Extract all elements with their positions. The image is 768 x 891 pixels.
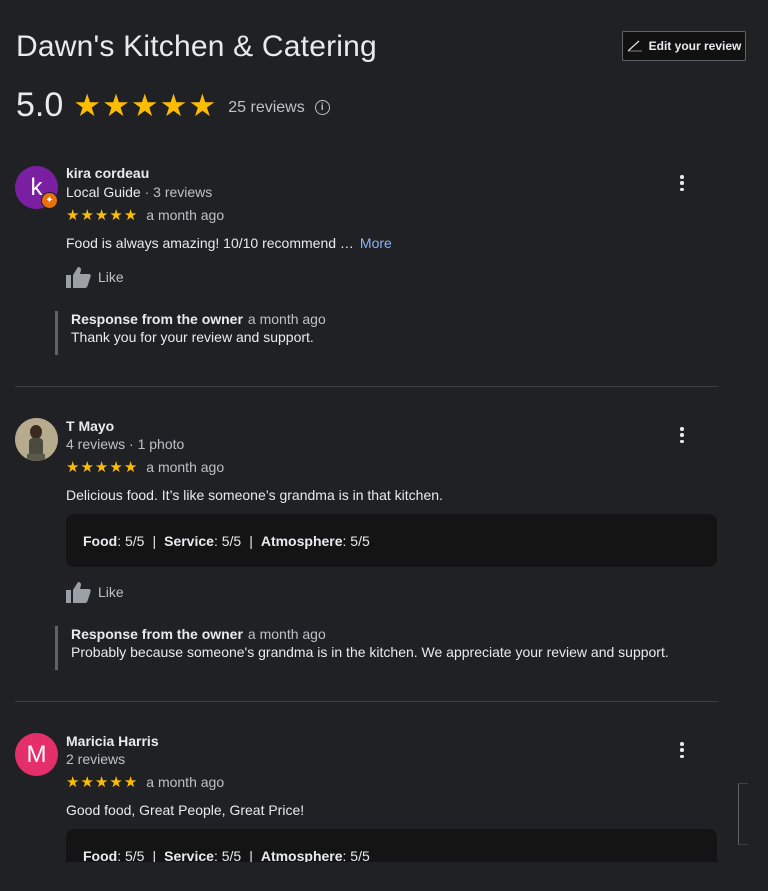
owner-response-date: a month ago: [247, 311, 326, 327]
more-options-icon[interactable]: [676, 173, 688, 193]
reviewer-name[interactable]: T Mayo: [66, 418, 114, 434]
owner-response-header: Response from the owner a month ago: [71, 311, 326, 327]
edit-review-button[interactable]: Edit your review: [622, 31, 746, 61]
reviewer-name[interactable]: Maricia Harris: [66, 733, 159, 749]
info-icon[interactable]: i: [314, 100, 330, 115]
star-icon: ★: [73, 88, 102, 123]
more-link[interactable]: More: [360, 235, 392, 251]
review-text: Food is always amazing! 10/10 recommend …: [66, 235, 392, 251]
owner-response-label: Response from the owner: [71, 311, 243, 327]
star-icon: ★: [80, 773, 94, 791]
local-guide-label: Local Guide: [66, 184, 141, 200]
divider: [15, 701, 718, 702]
review-text: Delicious food. It’s like someone’s gran…: [66, 487, 443, 503]
star-icon: ★: [80, 458, 94, 476]
star-icon: ★: [94, 458, 109, 476]
rating-value: 5.0: [16, 86, 64, 124]
attr-label: Food: [83, 532, 118, 549]
like-button[interactable]: Like: [66, 266, 124, 288]
attr-label: Atmosphere: [260, 532, 343, 549]
star-icon: ★: [130, 88, 159, 123]
review-rating: ★ ★ ★ ★ ★ a month ago: [66, 207, 224, 223]
review-date: a month ago: [146, 774, 225, 790]
like-label: Like: [98, 584, 124, 600]
attr-separator: |: [249, 532, 253, 549]
star-icon: ★: [123, 773, 138, 791]
star-icon: ★: [80, 206, 94, 224]
review-text: Good food, Great People, Great Price!: [66, 802, 305, 818]
star-icon: ★: [66, 206, 80, 224]
thumbs-up-icon: [66, 582, 91, 603]
attr-value: : 5/5: [213, 532, 242, 549]
review-date: a month ago: [146, 207, 225, 223]
divider: [15, 386, 718, 387]
star-icon: ★: [109, 773, 123, 791]
viewport-bottom: [0, 862, 768, 891]
rating-summary: 5.0 ★ ★ ★ ★ ★ 25 reviews i: [16, 86, 330, 125]
owner-response: Response from the owner a month ago Proba…: [55, 626, 669, 670]
more-options-icon[interactable]: [676, 425, 688, 445]
reviewer-meta: 2 reviews: [66, 751, 126, 767]
review-stars: ★ ★ ★ ★ ★: [66, 775, 137, 790]
star-icon: ★: [102, 88, 130, 123]
star-icon: ★: [109, 206, 123, 224]
reviewer-meta: Local Guide · 3 reviews: [66, 184, 212, 200]
reviewer-review-count: · 3 reviews: [140, 184, 213, 200]
pencil-icon: [627, 38, 643, 55]
star-icon: ★: [66, 458, 80, 476]
review-stars: ★ ★ ★ ★ ★: [66, 460, 137, 475]
star-icon: ★: [109, 458, 123, 476]
star-icon: ★: [159, 88, 188, 123]
avatar[interactable]: M: [15, 733, 58, 776]
star-icon: ★: [188, 88, 217, 123]
owner-response-text: Probably because someone's grandma is in…: [71, 644, 669, 660]
attr-label: Service: [164, 532, 214, 549]
reviewer-name[interactable]: kira cordeau: [66, 165, 149, 181]
review-attributes: Food: 5/5 | Service: 5/5 | Atmosphere: 5…: [66, 514, 717, 567]
reviewer-meta: 4 reviews · 1 photo: [66, 436, 185, 452]
scrollbar[interactable]: [738, 783, 748, 845]
owner-response-text: Thank you for your review and support.: [71, 329, 314, 345]
owner-response-label: Response from the owner: [71, 626, 243, 642]
attr-value: : 5/5: [342, 532, 370, 549]
review-rating: ★ ★ ★ ★ ★ a month ago: [66, 774, 224, 790]
edit-review-label: Edit your review: [648, 39, 742, 53]
star-icon: ★: [94, 773, 109, 791]
local-guide-badge-icon: ✦: [41, 192, 58, 209]
review-text-body: Food is always amazing! 10/10 recommend …: [66, 235, 354, 251]
owner-response: Response from the owner a month ago Thank…: [55, 311, 326, 355]
avatar[interactable]: [15, 418, 58, 461]
more-options-icon[interactable]: [676, 740, 688, 760]
star-icon: ★: [66, 773, 80, 791]
review-stars: ★ ★ ★ ★ ★: [66, 208, 137, 223]
like-button[interactable]: Like: [66, 581, 124, 603]
review-rating: ★ ★ ★ ★ ★ a month ago: [66, 459, 224, 475]
star-icon: ★: [94, 206, 109, 224]
review-count[interactable]: 25 reviews: [228, 99, 304, 117]
place-header: Dawn's Kitchen & Catering Edit your revi…: [0, 0, 768, 140]
owner-response-date: a month ago: [247, 626, 326, 642]
avatar-photo: [15, 418, 58, 461]
star-icon: ★: [123, 458, 138, 476]
star-icon: ★: [123, 206, 138, 224]
attr-value: : 5/5: [117, 532, 145, 549]
owner-response-header: Response from the owner a month ago: [71, 626, 669, 642]
rating-stars: ★ ★ ★ ★ ★: [73, 90, 216, 121]
avatar-letter: M: [26, 740, 47, 768]
like-label: Like: [98, 269, 124, 285]
thumbs-up-icon: [66, 267, 91, 288]
attr-separator: |: [152, 532, 157, 549]
review-date: a month ago: [146, 459, 225, 475]
page-title: Dawn's Kitchen & Catering: [16, 30, 377, 63]
